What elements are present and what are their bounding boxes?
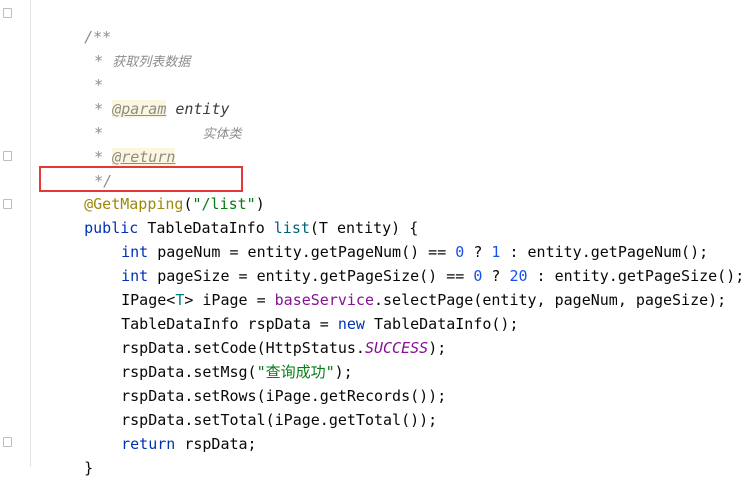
code-line: * 获取列表数据 bbox=[58, 25, 190, 70]
fold-icon[interactable] bbox=[3, 8, 12, 18]
fold-icon[interactable] bbox=[3, 151, 12, 161]
comment-description: 获取列表数据 bbox=[112, 55, 191, 70]
method-signature: public TableDataInfo list(T entity) { bbox=[84, 219, 419, 237]
code-line: * 实体类 bbox=[58, 97, 241, 142]
code-line: rspData.setMsg("查询成功"); bbox=[121, 363, 353, 381]
code-line: * @return bbox=[58, 121, 176, 166]
editor-gutter bbox=[0, 0, 31, 467]
code-line: * bbox=[58, 49, 103, 94]
fold-icon[interactable] bbox=[3, 437, 12, 447]
javadoc-return-tag: @return bbox=[112, 148, 176, 166]
code-line: int pageNum = entity.getPageNum() == 0 ?… bbox=[121, 243, 709, 261]
code-line: * @param entity bbox=[58, 73, 230, 118]
code-line: rspData.setTotal(iPage.getTotal()); bbox=[121, 411, 438, 429]
code-line: TableDataInfo rspData = new TableDataInf… bbox=[121, 315, 519, 333]
javadoc-param-desc: 实体类 bbox=[202, 127, 242, 142]
code-line: return rspData; bbox=[121, 435, 257, 453]
code-line: rspData.setCode(HttpStatus.SUCCESS); bbox=[121, 339, 447, 357]
fold-icon[interactable] bbox=[3, 199, 12, 209]
code-line: int pageSize = entity.getPageSize() == 0… bbox=[121, 267, 745, 285]
code-line: IPage<T> iPage = baseService.selectPage(… bbox=[121, 291, 727, 309]
code-line: rspData.setRows(iPage.getRecords()); bbox=[121, 387, 447, 405]
code-line: } bbox=[84, 459, 94, 477]
code-line: /** bbox=[48, 1, 111, 46]
highlight-box bbox=[39, 166, 243, 192]
